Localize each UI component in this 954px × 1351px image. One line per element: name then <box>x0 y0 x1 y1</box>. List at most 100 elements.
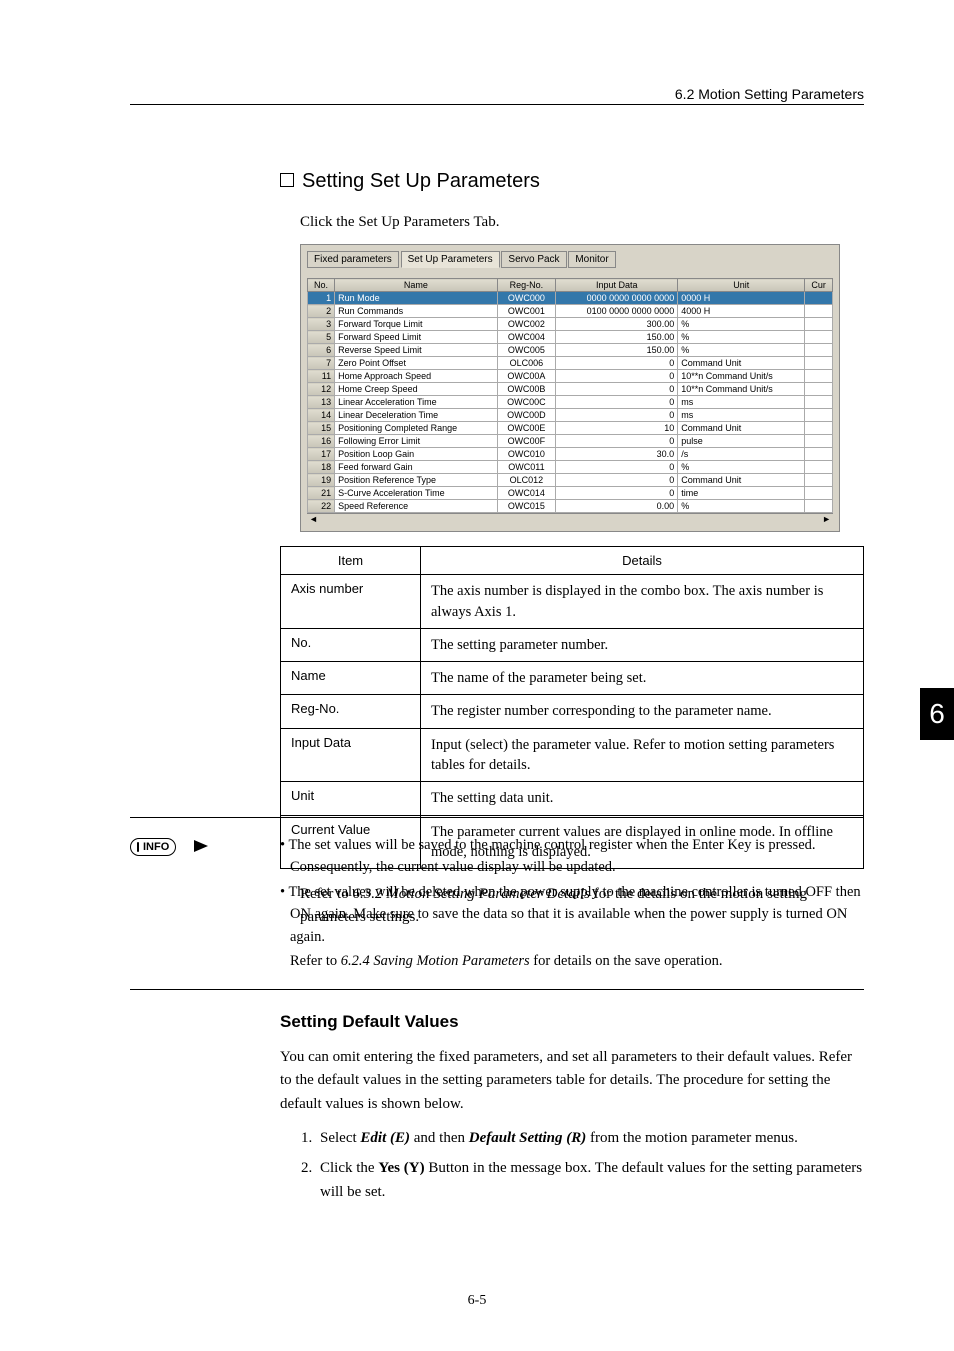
step1-default: Default Setting (R) <box>469 1130 587 1146</box>
info-refer-link: 6.2.4 Saving Motion Parameters <box>341 953 530 969</box>
desc-value: The axis number is displayed in the comb… <box>421 575 864 629</box>
cell-data: 0 <box>556 409 678 422</box>
cell-no: 14 <box>308 409 335 422</box>
cell-unit: Command Unit <box>678 474 805 487</box>
step2-pre: Click the <box>320 1160 378 1176</box>
cell-reg: OWC00E <box>497 422 556 435</box>
cell-data: 0000 0000 0000 0000 <box>556 292 678 305</box>
desc-header-item: Item <box>281 547 421 575</box>
cell-data: 0 <box>556 435 678 448</box>
cell-name: Positioning Completed Range <box>335 422 498 435</box>
cell-cur <box>805 331 833 344</box>
step1-edit: Edit (E) <box>360 1130 410 1146</box>
tab-setup-parameters[interactable]: Set Up Parameters <box>401 251 500 268</box>
tab-monitor[interactable]: Monitor <box>568 251 615 268</box>
cell-unit: % <box>678 500 805 513</box>
cell-cur <box>805 292 833 305</box>
cell-reg: OWC004 <box>497 331 556 344</box>
table-row[interactable]: 22Speed ReferenceOWC0150.00% <box>308 500 833 513</box>
cell-name: Feed forward Gain <box>335 461 498 474</box>
cell-data: 0 <box>556 474 678 487</box>
cell-name: Run Mode <box>335 292 498 305</box>
step1-pre: Select <box>320 1130 360 1146</box>
cell-unit: ms <box>678 396 805 409</box>
cell-name: Position Reference Type <box>335 474 498 487</box>
page-number: 6-5 <box>0 1293 954 1309</box>
desc-row: Reg-No.The register number corresponding… <box>281 695 864 728</box>
cell-reg: OWC000 <box>497 292 556 305</box>
table-row[interactable]: 1Run ModeOWC0000000 0000 0000 00000000 H <box>308 292 833 305</box>
cell-name: Forward Speed Limit <box>335 331 498 344</box>
parameter-grid[interactable]: No.NameReg-No.Input DataUnitCur 1Run Mod… <box>307 278 833 513</box>
cell-name: Run Commands <box>335 305 498 318</box>
cell-no: 6 <box>308 344 335 357</box>
horizontal-scrollbar[interactable]: ◄► <box>307 513 833 525</box>
cell-cur <box>805 344 833 357</box>
table-row[interactable]: 2Run CommandsOWC0010100 0000 0000 000040… <box>308 305 833 318</box>
table-row[interactable]: 18Feed forward GainOWC0110% <box>308 461 833 474</box>
desc-key: Unit <box>281 782 421 815</box>
cell-unit: 10**n Command Unit/s <box>678 370 805 383</box>
table-row[interactable]: 13Linear Acceleration TimeOWC00C0ms <box>308 396 833 409</box>
desc-row: Input DataInput (select) the parameter v… <box>281 728 864 782</box>
cell-reg: OWC00F <box>497 435 556 448</box>
cell-reg: OWC010 <box>497 448 556 461</box>
cell-name: Zero Point Offset <box>335 357 498 370</box>
info-refer: Refer to 6.2.4 Saving Motion Parameters … <box>280 950 864 972</box>
info-bullet-1: • The set values will be saved to the ma… <box>280 834 864 879</box>
cell-cur <box>805 305 833 318</box>
cell-data: 150.00 <box>556 331 678 344</box>
cell-cur <box>805 461 833 474</box>
table-row[interactable]: 15Positioning Completed RangeOWC00E10Com… <box>308 422 833 435</box>
cell-no: 1 <box>308 292 335 305</box>
info-refer-post: for details on the save operation. <box>530 953 723 969</box>
cell-name: Speed Reference <box>335 500 498 513</box>
cell-unit: Command Unit <box>678 422 805 435</box>
table-row[interactable]: 11Home Approach SpeedOWC00A010**n Comman… <box>308 370 833 383</box>
cell-data: 0 <box>556 487 678 500</box>
cell-name: Following Error Limit <box>335 435 498 448</box>
table-row[interactable]: 14Linear Deceleration TimeOWC00D0ms <box>308 409 833 422</box>
desc-value: The register number corresponding to the… <box>421 695 864 728</box>
table-row[interactable]: 6Reverse Speed LimitOWC005150.00% <box>308 344 833 357</box>
cell-data: 0 <box>556 370 678 383</box>
grid-header: Name <box>335 279 498 292</box>
info-badge: INFO <box>130 838 176 856</box>
cell-unit: Command Unit <box>678 357 805 370</box>
table-row[interactable]: 12Home Creep SpeedOWC00B010**n Command U… <box>308 383 833 396</box>
table-row[interactable]: 7Zero Point OffsetOLC0060Command Unit <box>308 357 833 370</box>
cell-data: 30.0 <box>556 448 678 461</box>
tab-servo-pack[interactable]: Servo Pack <box>501 251 566 268</box>
table-row[interactable]: 3Forward Torque LimitOWC002300.00% <box>308 318 833 331</box>
tab-fixed-parameters[interactable]: Fixed parameters <box>307 251 399 268</box>
cell-reg: OWC015 <box>497 500 556 513</box>
desc-value: The setting data unit. <box>421 782 864 815</box>
cell-name: Position Loop Gain <box>335 448 498 461</box>
cell-unit: pulse <box>678 435 805 448</box>
cell-cur <box>805 435 833 448</box>
square-bullet-icon <box>280 173 294 187</box>
cell-reg: OWC005 <box>497 344 556 357</box>
table-row[interactable]: 17Position Loop GainOWC01030.0/s <box>308 448 833 461</box>
grid-header: Reg-No. <box>497 279 556 292</box>
cell-unit: time <box>678 487 805 500</box>
table-row[interactable]: 19Position Reference TypeOLC0120Command … <box>308 474 833 487</box>
table-row[interactable]: 21S-Curve Acceleration TimeOWC0140time <box>308 487 833 500</box>
cell-no: 18 <box>308 461 335 474</box>
desc-row: UnitThe setting data unit. <box>281 782 864 815</box>
cell-data: 0 <box>556 357 678 370</box>
cell-reg: OWC001 <box>497 305 556 318</box>
cell-no: 13 <box>308 396 335 409</box>
cell-no: 3 <box>308 318 335 331</box>
table-row[interactable]: 5Forward Speed LimitOWC004150.00% <box>308 331 833 344</box>
info-block: INFO • The set values will be saved to t… <box>130 817 864 990</box>
desc-key: Reg-No. <box>281 695 421 728</box>
header-breadcrumb: 6.2 Motion Setting Parameters <box>675 86 864 102</box>
table-row[interactable]: 16Following Error LimitOWC00F0pulse <box>308 435 833 448</box>
cell-reg: OLC006 <box>497 357 556 370</box>
cell-data: 300.00 <box>556 318 678 331</box>
cell-reg: OWC00C <box>497 396 556 409</box>
header-rule <box>130 104 864 105</box>
cell-name: Linear Acceleration Time <box>335 396 498 409</box>
cell-reg: OWC014 <box>497 487 556 500</box>
